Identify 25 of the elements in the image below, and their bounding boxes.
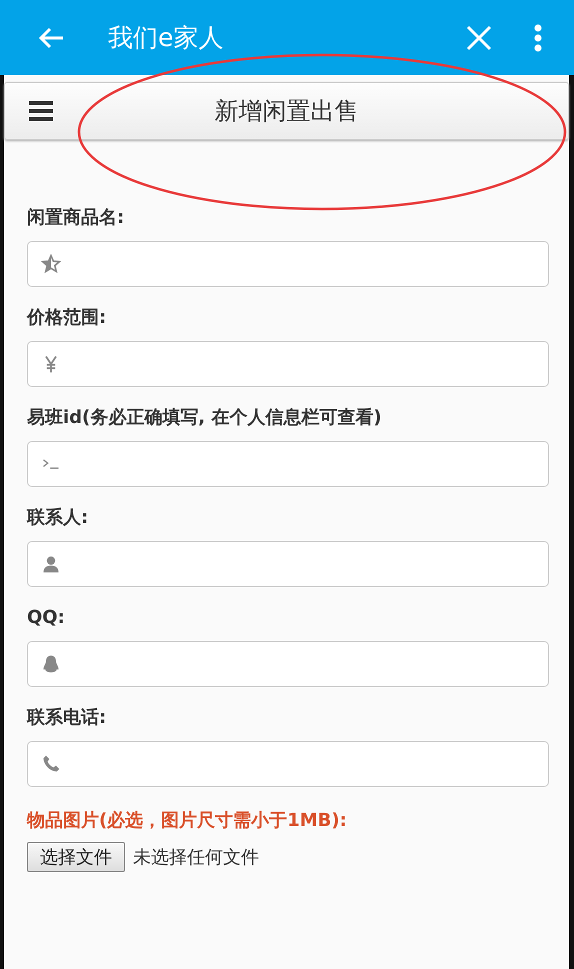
file-status: 未选择任何文件 <box>133 846 259 869</box>
phone-icon <box>41 754 61 774</box>
menu-icon[interactable] <box>29 101 53 121</box>
field-label: 闲置商品名: <box>27 206 124 230</box>
input-field[interactable] <box>27 541 549 587</box>
choose-file-button[interactable]: 选择文件 <box>27 842 125 872</box>
input-field[interactable] <box>27 341 549 387</box>
input-field[interactable] <box>27 741 549 787</box>
more-menu-icon[interactable] <box>534 24 542 52</box>
input-field[interactable] <box>27 641 549 687</box>
close-icon[interactable] <box>466 24 492 50</box>
field-label: 联系电话: <box>27 706 106 730</box>
user-icon <box>41 554 61 574</box>
app-title: 我们e家人 <box>108 22 224 54</box>
input-field[interactable] <box>27 241 549 287</box>
upload-label: 物品图片(必选，图片尺寸需小于1MB): <box>27 809 347 832</box>
page-title: 新增闲置出售 <box>214 96 358 127</box>
input-field[interactable] <box>27 441 549 487</box>
half-star-icon <box>41 254 61 274</box>
field-label: 联系人: <box>27 506 88 530</box>
back-arrow-icon[interactable] <box>37 26 65 50</box>
field-label: 价格范围: <box>27 306 106 330</box>
field-label: QQ: <box>27 606 65 630</box>
penguin-icon <box>41 654 61 674</box>
field-label: 易班id(务必正确填写, 在个人信息栏可查看) <box>27 406 382 430</box>
